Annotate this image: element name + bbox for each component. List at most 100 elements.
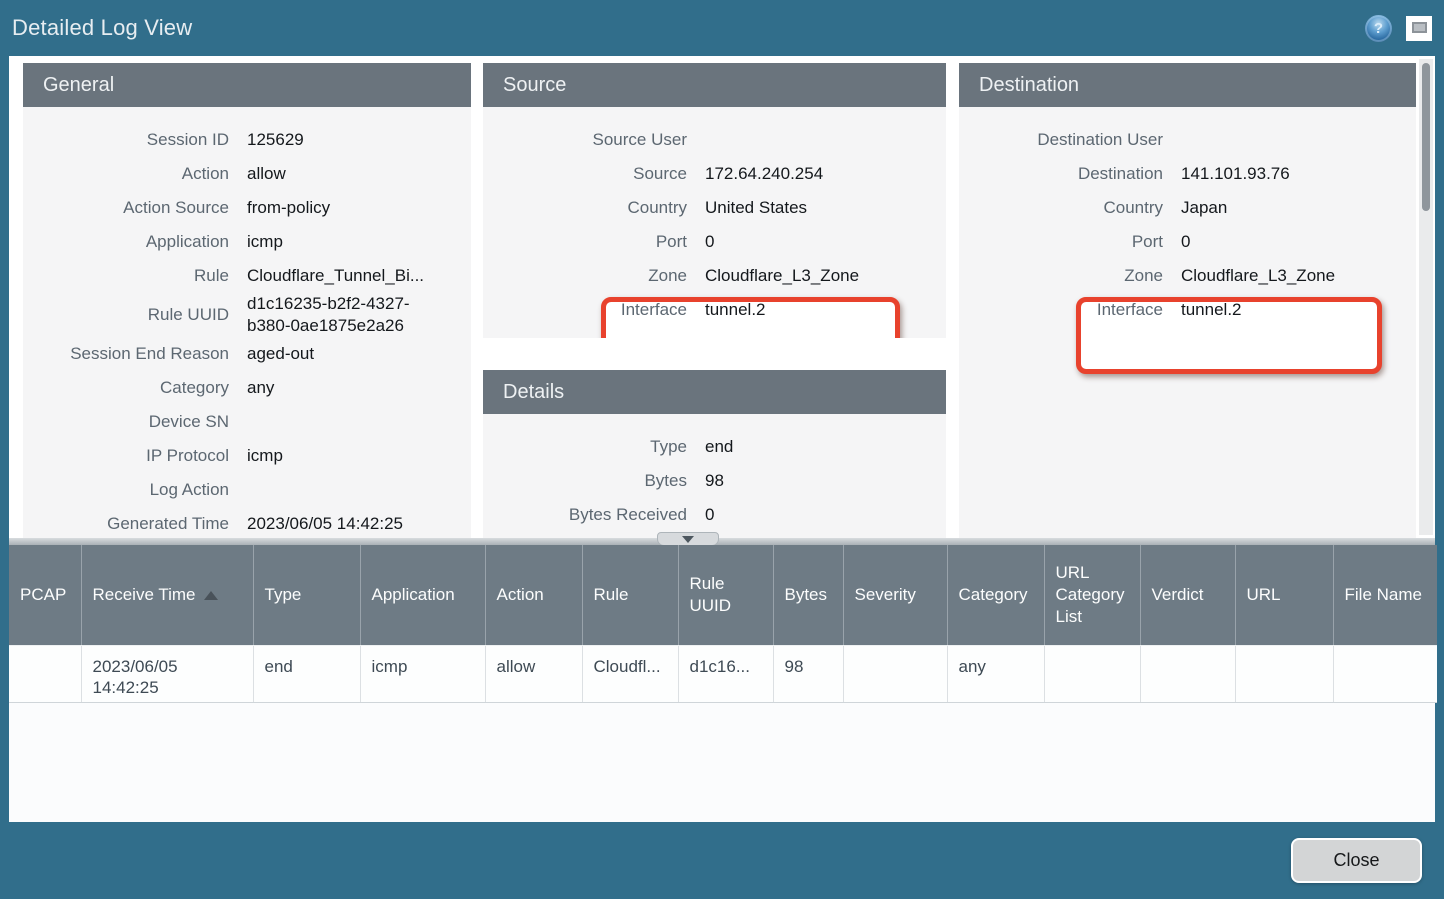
details-panel-body: Typeend Bytes98 Bytes Received 0 (483, 414, 946, 538)
column-header-bytes[interactable]: Bytes (773, 545, 843, 645)
field-value: Japan (1181, 198, 1227, 218)
field-row: Session End Reason aged-out (23, 337, 471, 371)
cell-category: any (947, 645, 1044, 702)
column-header-application[interactable]: Application (360, 545, 485, 645)
field-row: Device SN (23, 405, 471, 439)
field-label: Rule UUID (23, 305, 229, 325)
field-value: aged-out (247, 344, 314, 364)
field-value: 172.64.240.254 (705, 164, 823, 184)
log-table-region: PCAP Receive Time Type Application Actio… (9, 545, 1435, 822)
field-value: icmp (247, 446, 283, 466)
field-label: Port (483, 232, 687, 252)
cell-rule-uuid: d1c16... (678, 645, 773, 702)
column-header-receive-time[interactable]: Receive Time (81, 545, 253, 645)
pane-splitter-handle[interactable] (657, 532, 719, 546)
field-row: Source172.64.240.254 (483, 157, 946, 191)
column-header-rule[interactable]: Rule (582, 545, 678, 645)
dialog-title: Detailed Log View (12, 15, 192, 41)
field-row: Destination141.101.93.76 (959, 157, 1416, 191)
field-row: Interfacetunnel.2 (483, 293, 946, 327)
scrollbar-thumb[interactable] (1422, 63, 1430, 211)
field-value: 0 (705, 505, 714, 525)
field-value: tunnel.2 (705, 300, 766, 320)
source-panel-title: Source (483, 63, 946, 107)
field-value: d1c16235-b2f2-4327-b380-0ae1875e2a26 (247, 293, 411, 337)
cell-type: end (253, 645, 360, 702)
dialog-titlebar: Detailed Log View ? (0, 0, 1444, 56)
field-value: 2023/06/05 14:42:25 (247, 514, 403, 534)
help-icon[interactable]: ? (1365, 15, 1392, 42)
field-row: Source User (483, 123, 946, 157)
field-row: Interfacetunnel.2 (959, 293, 1416, 327)
field-label: Port (959, 232, 1163, 252)
field-value: Cloudflare_L3_Zone (1181, 266, 1335, 286)
field-label: Bytes Received (483, 505, 687, 525)
field-value: Cloudflare_Tunnel_Bi... (247, 266, 424, 286)
field-label: Zone (483, 266, 687, 286)
source-panel-body: Source User Source172.64.240.254 Country… (483, 107, 946, 338)
field-value: Cloudflare_L3_Zone (705, 266, 859, 286)
close-button[interactable]: Close (1291, 838, 1422, 883)
field-row: Bytes98 (483, 464, 946, 498)
table-row[interactable]: 2023/06/05 14:42:25 end icmp allow Cloud… (9, 645, 1437, 702)
destination-panel-title: Destination (959, 63, 1416, 107)
field-row: Destination User (959, 123, 1416, 157)
field-label: Country (959, 198, 1163, 218)
cell-rule: Cloudfl... (582, 645, 678, 702)
field-label: Session ID (23, 130, 229, 150)
field-row: Action Sourcefrom-policy (23, 191, 471, 225)
field-row: Generated Time 2023/06/05 14:42:25 (23, 507, 471, 538)
field-value: tunnel.2 (1181, 300, 1242, 320)
field-label: Category (23, 378, 229, 398)
column-header-action[interactable]: Action (485, 545, 582, 645)
field-label: Zone (959, 266, 1163, 286)
chevron-down-icon (682, 536, 694, 543)
field-label: Generated Time (23, 514, 229, 534)
column-header-rule-uuid[interactable]: Rule UUID (678, 545, 773, 645)
field-row: CountryUnited States (483, 191, 946, 225)
titlebar-icons: ? (1365, 15, 1432, 42)
column-header-url-category-list[interactable]: URL Category List (1044, 545, 1140, 645)
field-label: Device SN (23, 412, 229, 432)
question-mark-glyph: ? (1374, 20, 1383, 37)
field-row: Zone Cloudflare_L3_Zone (483, 259, 946, 293)
details-panel: Details Typeend Bytes98 Bytes Received 0 (483, 370, 946, 538)
field-value: allow (247, 164, 286, 184)
field-row: IP Protocolicmp (23, 439, 471, 473)
field-label: Session End Reason (23, 344, 229, 364)
field-row: Actionallow (23, 157, 471, 191)
vertical-scrollbar[interactable] (1419, 59, 1433, 535)
destination-panel-body: Destination User Destination141.101.93.7… (959, 107, 1416, 538)
field-row: Rule UUID d1c16235-b2f2-4327-b380-0ae1875… (23, 293, 471, 337)
column-header-file-name[interactable]: File Name (1333, 545, 1437, 645)
sort-asc-icon (204, 591, 218, 600)
field-value: end (705, 437, 733, 457)
field-label: Type (483, 437, 687, 457)
field-label: Bytes (483, 471, 687, 491)
details-panel-title: Details (483, 370, 946, 414)
column-header-verdict[interactable]: Verdict (1140, 545, 1235, 645)
cell-severity (843, 645, 947, 702)
cell-receive-time: 2023/06/05 14:42:25 (81, 645, 253, 702)
source-panel: Source Source User Source172.64.240.254 … (483, 63, 946, 338)
field-label: Rule (23, 266, 229, 286)
column-header-category[interactable]: Category (947, 545, 1044, 645)
column-header-severity[interactable]: Severity (843, 545, 947, 645)
cell-url (1235, 645, 1333, 702)
cell-verdict (1140, 645, 1235, 702)
column-header-url[interactable]: URL (1235, 545, 1333, 645)
window-icon[interactable] (1406, 16, 1432, 41)
cell-bytes: 98 (773, 645, 843, 702)
field-value: from-policy (247, 198, 330, 218)
general-panel-title: General (23, 63, 471, 107)
cell-receive-time-text: 2023/06/05 14:42:25 (93, 656, 205, 698)
column-header-pcap[interactable]: PCAP (9, 545, 81, 645)
field-row: Zone Cloudflare_L3_Zone (959, 259, 1416, 293)
cell-application: icmp (360, 645, 485, 702)
cell-pcap (9, 645, 81, 702)
field-label: Destination User (959, 130, 1163, 150)
column-header-type[interactable]: Type (253, 545, 360, 645)
cell-action: allow (485, 645, 582, 702)
field-value: 125629 (247, 130, 304, 150)
pane-splitter[interactable] (9, 538, 1435, 545)
